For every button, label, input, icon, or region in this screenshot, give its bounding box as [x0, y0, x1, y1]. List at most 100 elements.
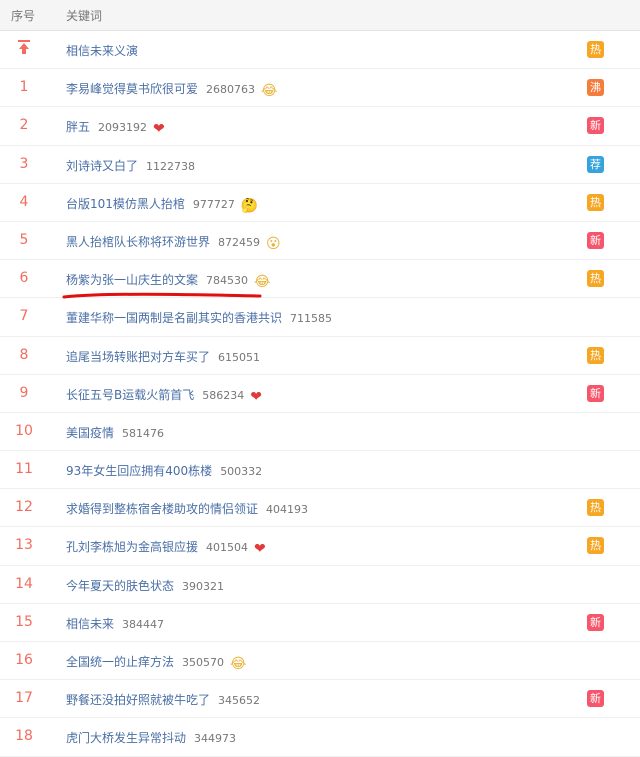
rank-column-header: 序号	[11, 9, 36, 23]
search-count: 2680763	[206, 83, 256, 97]
table-row: 15 相信未来 384447 新	[0, 604, 640, 642]
keyword-link[interactable]: 董建华称一国两制是名副其实的香港共识 711585	[66, 309, 332, 326]
table-row: 18 虎门大桥发生异常抖动 344973	[0, 718, 640, 757]
search-count: 711585	[290, 312, 333, 326]
keyword-text: 长征五号B运载火箭首飞	[66, 387, 195, 402]
rank-number: 16	[15, 652, 33, 668]
keyword-link[interactable]: 美国疫情 581476	[66, 424, 164, 441]
keyword-text: 追尾当场转账把对方车买了	[66, 349, 211, 364]
search-count: 350570	[182, 656, 225, 669]
keyword-link[interactable]: 93年女生回应拥有400栋楼 500332	[66, 462, 262, 479]
hot-badge: 热	[587, 537, 604, 555]
keyword-link[interactable]: 虎门大桥发生异常抖动 344973	[66, 729, 236, 746]
keyword-text: 杨紫为张一山庆生的文案	[66, 273, 199, 288]
rank-number: 1	[19, 79, 29, 96]
new-badge: 新	[587, 613, 604, 631]
keyword-link[interactable]: 刘诗诗又白了 1122738	[66, 157, 195, 174]
search-count: 615051	[218, 350, 261, 364]
keyword-text: 孔刘李栋旭为金高银应援	[66, 540, 199, 555]
red-annotation-underline	[62, 292, 262, 299]
keyword-link[interactable]: 追尾当场转账把对方车买了 615051	[66, 348, 260, 365]
search-count: 401504	[206, 541, 249, 555]
keyword-text: 求婚得到整栋宿舍楼助攻的情侣领证	[66, 502, 259, 517]
boil-badge: 沸	[587, 79, 604, 97]
hot-badge: 热	[587, 270, 604, 288]
rank-number: 6	[19, 270, 29, 287]
keyword-text: 野餐还没拍好照就被牛吃了	[66, 693, 211, 708]
rank-number: 9	[19, 384, 29, 401]
heart-icon: ❤	[250, 388, 262, 405]
keyword-link[interactable]: 台版101模仿黑人抬棺 977727 🤔	[66, 195, 258, 214]
keyword-text: 美国疫情	[66, 425, 115, 440]
hot-badge: 热	[587, 499, 604, 517]
keyword-text: 台版101模仿黑人抬棺	[66, 196, 185, 211]
keyword-link[interactable]: 胖五 2093192 ❤	[66, 118, 165, 137]
table-row: 17 野餐还没拍好照就被牛吃了 345652 新	[0, 680, 640, 719]
keyword-link[interactable]: 杨紫为张一山庆生的文案 784530 😂	[66, 271, 270, 290]
keyword-link[interactable]: 全国统一的止痒方法 350570 😂	[66, 653, 246, 672]
table-row: 12 求婚得到整栋宿舍楼助攻的情侣领证 404193 热	[0, 489, 640, 528]
table-row: 7 董建华称一国两制是名副其实的香港共识 711585	[0, 298, 640, 337]
keyword-text: 虎门大桥发生异常抖动	[66, 731, 187, 746]
table-row: 10 美国疫情 581476	[0, 413, 640, 452]
keyword-link[interactable]: 黑人抬棺队长称将环游世界 872459 😮	[66, 233, 281, 252]
emoji-icon: 🤔	[240, 197, 259, 214]
table-row: 11 93年女生回应拥有400栋楼 500332	[0, 451, 640, 490]
pin-top-icon	[18, 40, 30, 54]
table-row: 2 胖五 2093192 ❤ 新	[0, 107, 640, 146]
rank-number: 15	[15, 613, 33, 630]
rank-number: 7	[19, 308, 29, 325]
keyword-link[interactable]: 孔刘李栋旭为金高银应援 401504 ❤	[66, 538, 266, 557]
keyword-text: 董建华称一国两制是名副其实的香港共识	[66, 311, 283, 326]
table-row: 13 孔刘李栋旭为金高银应援 401504 ❤ 热	[0, 527, 640, 566]
heart-icon: ❤	[254, 541, 266, 558]
keyword-link[interactable]: 求婚得到整栋宿舍楼助攻的情侣领证 404193	[66, 500, 308, 517]
emoji-icon: 😂	[230, 656, 247, 672]
rank-number: 2	[19, 117, 29, 134]
table-row: 1 李易峰觉得莫书欣很可爱 2680763 😂 沸	[0, 69, 640, 108]
rank-number: 5	[19, 231, 29, 248]
keyword-text: 相信未来	[66, 616, 115, 631]
keyword-text: 相信未来义演	[66, 44, 139, 58]
table-row: 3 刘诗诗又白了 1122738 荐	[0, 146, 640, 184]
table-header: 序号 关键词	[0, 0, 640, 31]
keyword-text: 今年夏天的肤色状态	[66, 578, 175, 593]
hot-search-list: 相信未来义演热 1 李易峰觉得莫书欣很可爱 2680763 😂 沸 2 胖五 2093192 ❤ 新…	[0, 31, 640, 757]
hot-badge: 热	[587, 346, 604, 364]
hot-badge: 热	[587, 193, 604, 211]
new-badge: 新	[587, 231, 604, 249]
keyword-text: 93年女生回应拥有400栋楼	[66, 464, 213, 479]
table-row: 5 黑人抬棺队长称将环游世界 872459 😮 新	[0, 222, 640, 261]
emoji-icon: 😂	[261, 83, 278, 100]
hot-badge: 热	[587, 41, 604, 58]
search-count: 390321	[182, 579, 225, 593]
rank-number: 17	[15, 690, 33, 707]
search-count: 1122738	[146, 159, 196, 173]
table-row: 8 追尾当场转账把对方车买了 615051 热	[0, 337, 640, 375]
keyword-link[interactable]: 相信未来义演	[66, 42, 138, 59]
table-row: 相信未来义演 热	[0, 31, 640, 70]
keyword-link[interactable]: 相信未来 384447	[66, 615, 164, 632]
search-count: 344973	[194, 732, 237, 746]
new-badge: 新	[587, 384, 604, 402]
table-row: 9 长征五号B运载火箭首飞 586234 ❤ 新	[0, 375, 640, 413]
keyword-text: 胖五	[66, 120, 91, 135]
search-count: 2093192	[98, 121, 148, 135]
keyword-text: 黑人抬棺队长称将环游世界	[66, 234, 211, 249]
keyword-link[interactable]: 长征五号B运载火箭首飞 586234 ❤	[66, 386, 262, 405]
keyword-link[interactable]: 李易峰觉得莫书欣很可爱 2680763 😂	[66, 80, 277, 99]
table-row: 16 全国统一的止痒方法 350570 😂	[0, 642, 640, 681]
keyword-link[interactable]: 野餐还没拍好照就被牛吃了 345652	[66, 691, 260, 708]
keyword-link[interactable]: 今年夏天的肤色状态 390321	[66, 577, 224, 594]
new-badge: 新	[587, 690, 604, 708]
recommend-badge: 荐	[587, 155, 604, 173]
emoji-icon: 😂	[254, 274, 271, 291]
rank-number: 11	[15, 461, 33, 478]
rank-number: 8	[19, 346, 29, 363]
table-row: 4 台版101模仿黑人抬棺 977727 🤔 热	[0, 184, 640, 222]
keyword-column-header: 关键词	[66, 9, 103, 23]
search-count: 404193	[266, 503, 309, 517]
search-count: 581476	[122, 426, 165, 440]
rank-number: 4	[19, 193, 29, 210]
search-count: 872459	[218, 235, 261, 249]
